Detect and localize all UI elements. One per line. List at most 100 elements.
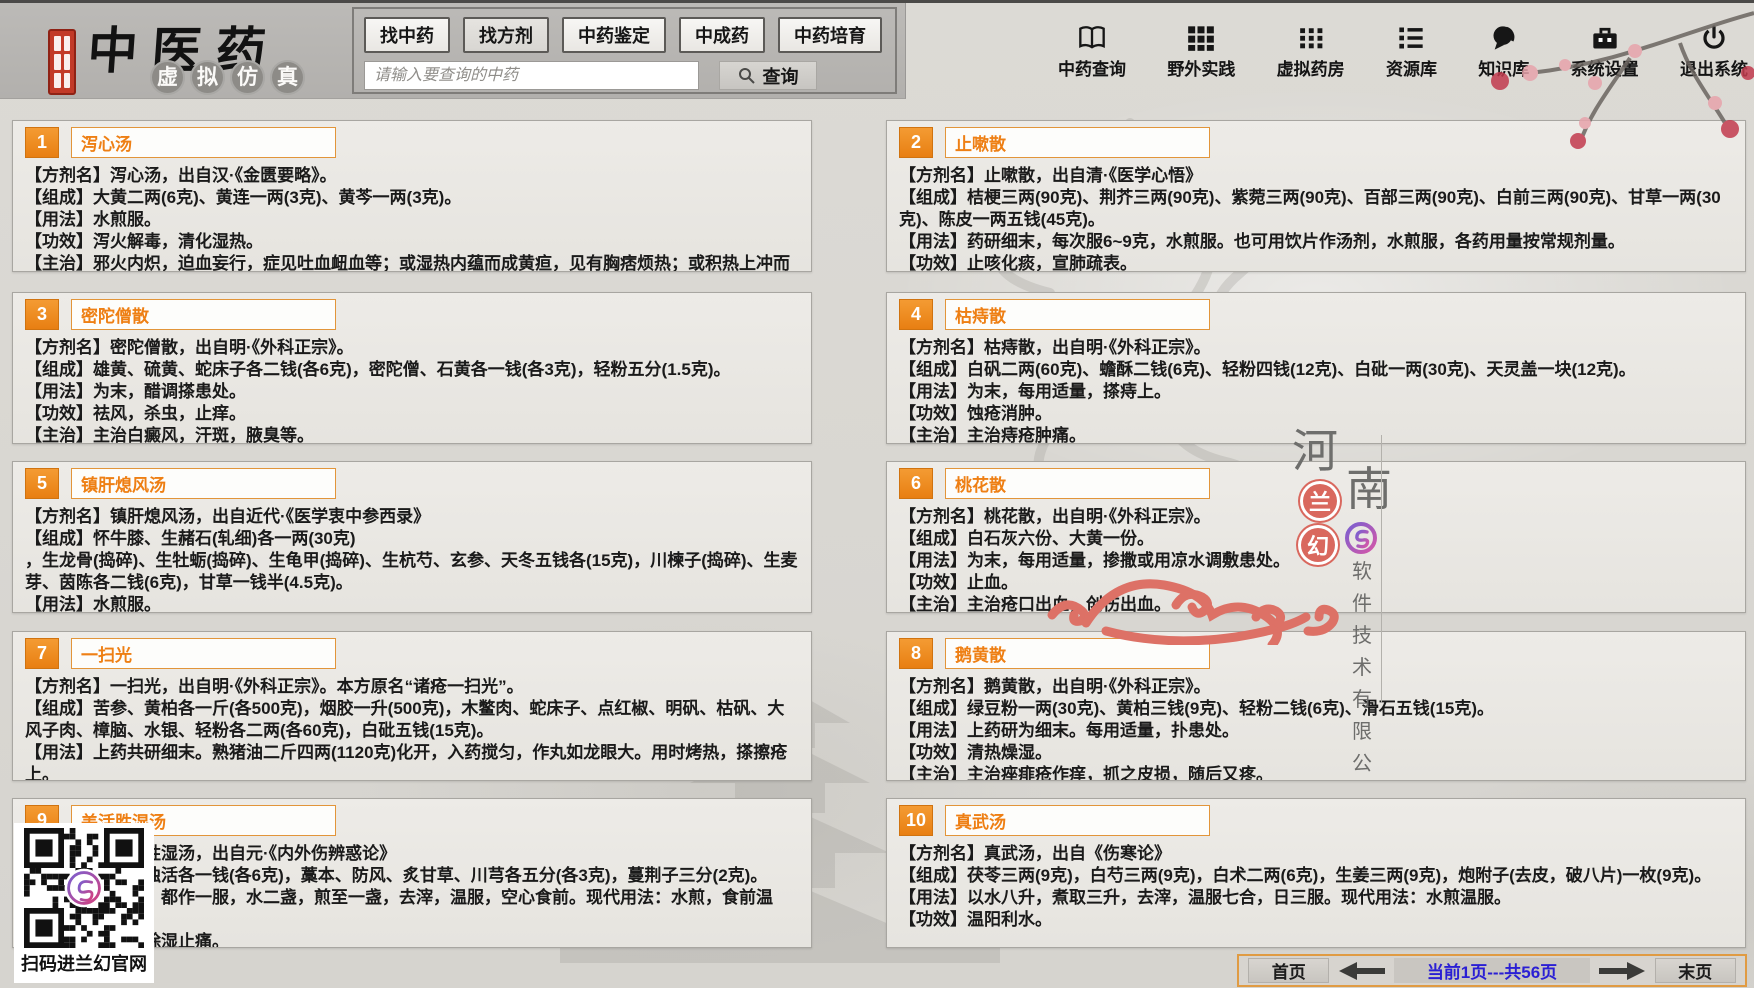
card-title[interactable]: 止嗽散 <box>945 127 1210 158</box>
card-body-text: 【方剂名】止嗽散，出自清·《医学心悟》【组成】桔梗三两(90克)、荆芥三两(90… <box>899 165 1733 272</box>
search-input[interactable] <box>364 61 699 90</box>
card-header: 10 真武汤 <box>899 805 1733 836</box>
search-panel: 找中药 找方剂 中药鉴定 中成药 中药培育 查询 <box>352 7 897 94</box>
nav-knowledge-base[interactable]: 知识库 <box>1478 25 1529 80</box>
previous-page-button[interactable] <box>1329 958 1394 983</box>
formula-text-line: 【用法】为末，每用适量，搽痔上。 <box>899 381 1733 403</box>
formula-text-line: 【组成】雄黄、硫黄、蛇床子各二钱(各6克)，密陀僧、石黄各一钱(各3克)，轻粉五… <box>25 359 799 381</box>
card-header: 4 枯痔散 <box>899 299 1733 330</box>
card-title[interactable]: 泻心汤 <box>71 127 336 158</box>
app-subtitle-char: 拟 <box>190 60 225 95</box>
card-header: 7 一扫光 <box>25 638 799 669</box>
formula-text-line: 【用法】水煎服。 <box>25 594 799 613</box>
card-body-text: 【方剂名】泻心汤，出自汉·《金匮要略》。【组成】大黄二两(6克)、黄连一两(3克… <box>25 165 799 272</box>
app-subtitle: 虚拟仿真 <box>150 60 305 95</box>
formula-text-line: 【组成】白矾二两(60克)、蟾酥二钱(6克)、轻粉四钱(12克)、白砒一两(30… <box>899 359 1733 381</box>
card-body-text: 【方剂名】枯痔散，出自明·《外科正宗》。【组成】白矾二两(60克)、蟾酥二钱(6… <box>899 337 1733 444</box>
formula-text-line: 【组成】苦参、黄柏各一斤(各500克)，烟胶一升(500克)，木鳖肉、蛇床子、点… <box>25 698 799 742</box>
nav-virtual-pharmacy[interactable]: 虚拟药房 <box>1277 25 1345 80</box>
next-page-button[interactable] <box>1590 958 1655 983</box>
card-number-badge: 4 <box>899 299 933 330</box>
formula-text-line: 【功效】止咳化痰，宣肺疏表。 <box>899 253 1733 272</box>
formula-text-line: ，生龙骨(捣碎)、生牡蛎(捣碎)、生龟甲(捣碎)、生杭芍、玄参、天冬五钱各(15… <box>25 550 799 594</box>
search-icon <box>738 67 755 84</box>
toolbox-icon <box>1591 25 1619 51</box>
card-number-badge: 6 <box>899 468 933 499</box>
list-icon <box>1397 25 1425 51</box>
search-button[interactable]: 查询 <box>719 61 817 90</box>
card-header: 8 鹅黄散 <box>899 638 1733 669</box>
formula-text-line: 【主治】邪火内炽，迫血妄行，症见吐血衄血等；或湿热内蕴而成黄疸，见有胸痞烦热；或… <box>25 253 799 272</box>
grid-icon <box>1187 25 1215 51</box>
card-title[interactable]: 一扫光 <box>71 638 336 669</box>
top-navigation: 中药查询 野外实践 虚拟药房 <box>1058 25 1748 80</box>
formula-text-line: 【方剂名】止嗽散，出自清·《医学心悟》 <box>899 165 1733 187</box>
formula-text-line: 【组成】绿豆粉一两(30克)、黄柏三钱(9克)、轻粉二钱(6克)、滑石五钱(15… <box>899 698 1733 720</box>
tab-herb-identify[interactable]: 中药鉴定 <box>562 17 666 53</box>
formula-text-line: 【功效】止血。 <box>899 572 1733 594</box>
pagination-bar: 首页 当前1页---共56页 末页 <box>1237 954 1747 987</box>
formula-card: 6 桃花散 【方剂名】桃花散，出自明·《外科正宗》。【组成】白石灰六份、大黄一份… <box>886 461 1746 613</box>
book-icon <box>1078 25 1106 51</box>
formula-card: 2 止嗽散 【方剂名】止嗽散，出自清·《医学心悟》【组成】桔梗三两(90克)、荆… <box>886 120 1746 272</box>
tab-find-formula[interactable]: 找方剂 <box>463 17 549 53</box>
tab-herb-cultivation[interactable]: 中药培育 <box>778 17 882 53</box>
nav-resource-library[interactable]: 资源库 <box>1386 25 1437 80</box>
card-header: 2 止嗽散 <box>899 127 1733 158</box>
arrow-left-icon <box>1339 962 1385 980</box>
card-number-badge: 10 <box>899 805 933 836</box>
card-header: 5 镇肝熄风汤 <box>25 468 799 499</box>
formula-text-line: 【组成】桔梗三两(90克)、荆芥三两(90克)、紫菀三两(90克)、百部三两(9… <box>899 187 1733 231</box>
card-title[interactable]: 密陀僧散 <box>71 299 336 330</box>
red-seal-logo <box>48 29 76 95</box>
card-body-text: 【方剂名】鹅黄散，出自明·《外科正宗》。【组成】绿豆粉一两(30克)、黄柏三钱(… <box>899 676 1733 781</box>
formula-card: 4 枯痔散 【方剂名】枯痔散，出自明·《外科正宗》。【组成】白矾二两(60克)、… <box>886 292 1746 444</box>
formula-card: 1 泻心汤 【方剂名】泻心汤，出自汉·《金匮要略》。【组成】大黄二两(6克)、黄… <box>12 120 812 272</box>
formula-text-line: 【用法】为末，醋调搽患处。 <box>25 381 799 403</box>
app-subtitle-char: 虚 <box>150 60 185 95</box>
card-title[interactable]: 镇肝熄风汤 <box>71 468 336 499</box>
formula-text-line: 【方剂名】一扫光，出自明·《外科正宗》。本方原名“诸疮一扫光”。 <box>25 676 799 698</box>
formula-text-line: 【用法】水煎服。 <box>25 209 799 231</box>
formula-text-line: 【组成】怀牛膝、生赭石(轧细)各一两(30克) <box>25 528 799 550</box>
formula-text-line: 【方剂名】鹅黄散，出自明·《外科正宗》。 <box>899 676 1733 698</box>
formula-text-line: 【主治】主治疮口出血，创伤出血。 <box>899 594 1733 613</box>
formula-text-line: 【用法】上药共研细末。熟猪油二斤四两(1120克)化开，入药搅匀，作丸如龙眼大。… <box>25 742 799 781</box>
app-window: 中医药 虚拟仿真 找中药 找方剂 中药鉴定 中成药 中药培育 查询 <box>0 0 1754 988</box>
nav-exit-system[interactable]: 退出系统 <box>1680 25 1748 80</box>
card-body-text: 【方剂名】镇肝熄风汤，出自近代·《医学衷中参西录》【组成】怀牛膝、生赭石(轧细)… <box>25 506 799 613</box>
card-number-badge: 2 <box>899 127 933 158</box>
chat-icon <box>1490 25 1518 51</box>
tab-find-herb[interactable]: 找中药 <box>364 17 450 53</box>
nav-field-practice[interactable]: 野外实践 <box>1167 25 1235 80</box>
formula-card: 8 鹅黄散 【方剂名】鹅黄散，出自明·《外科正宗》。【组成】绿豆粉一两(30克)… <box>886 631 1746 781</box>
tab-patent-medicine[interactable]: 中成药 <box>679 17 765 53</box>
app-subtitle-char: 仿 <box>230 60 265 95</box>
formula-text-line: 【组成】茯苓三两(9克)，白芍三两(9克)，白术二两(6克)，生姜三两(9克)，… <box>899 865 1733 887</box>
first-page-button[interactable]: 首页 <box>1248 958 1329 983</box>
card-title[interactable]: 鹅黄散 <box>945 638 1210 669</box>
card-body-text: 【方剂名】桃花散，出自明·《外科正宗》。【组成】白石灰六份、大黄一份。【用法】为… <box>899 506 1733 613</box>
formula-card: 3 密陀僧散 【方剂名】密陀僧散，出自明·《外科正宗》。【组成】雄黄、硫黄、蛇床… <box>12 292 812 444</box>
card-number-badge: 7 <box>25 638 59 669</box>
power-icon <box>1701 25 1727 51</box>
card-title[interactable]: 枯痔散 <box>945 299 1210 330</box>
nav-system-settings[interactable]: 系统设置 <box>1571 25 1639 80</box>
formula-text-line: 【方剂名】泻心汤，出自汉·《金匮要略》。 <box>25 165 799 187</box>
card-title[interactable]: 真武汤 <box>945 805 1210 836</box>
formula-text-line: 【方剂名】密陀僧散，出自明·《外科正宗》。 <box>25 337 799 359</box>
nav-herb-query[interactable]: 中药查询 <box>1058 25 1126 80</box>
search-tabs: 找中药 找方剂 中药鉴定 中成药 中药培育 <box>364 17 882 53</box>
cabinet-icon <box>1298 25 1324 51</box>
formula-text-line: 【组成】白石灰六份、大黄一份。 <box>899 528 1733 550</box>
formula-text-line: 【方剂名】枯痔散，出自明·《外科正宗》。 <box>899 337 1733 359</box>
app-subtitle-char: 真 <box>270 60 305 95</box>
formula-text-line: 【方剂名】桃花散，出自明·《外科正宗》。 <box>899 506 1733 528</box>
formula-text-line: 【功效】清热燥湿。 <box>899 742 1733 764</box>
card-title[interactable]: 桃花散 <box>945 468 1210 499</box>
card-body-text: 【方剂名】一扫光，出自明·《外科正宗》。本方原名“诸疮一扫光”。【组成】苦参、黄… <box>25 676 799 781</box>
formula-text-line: 【方剂名】真武汤，出自《伤寒论》 <box>899 843 1733 865</box>
formula-text-line: 【功效】泻火解毒，清化湿热。 <box>25 231 799 253</box>
formula-text-line: 【主治】主治痤痱疮作痒，抓之皮损，随后又疼。 <box>899 764 1733 781</box>
last-page-button[interactable]: 末页 <box>1655 958 1736 983</box>
